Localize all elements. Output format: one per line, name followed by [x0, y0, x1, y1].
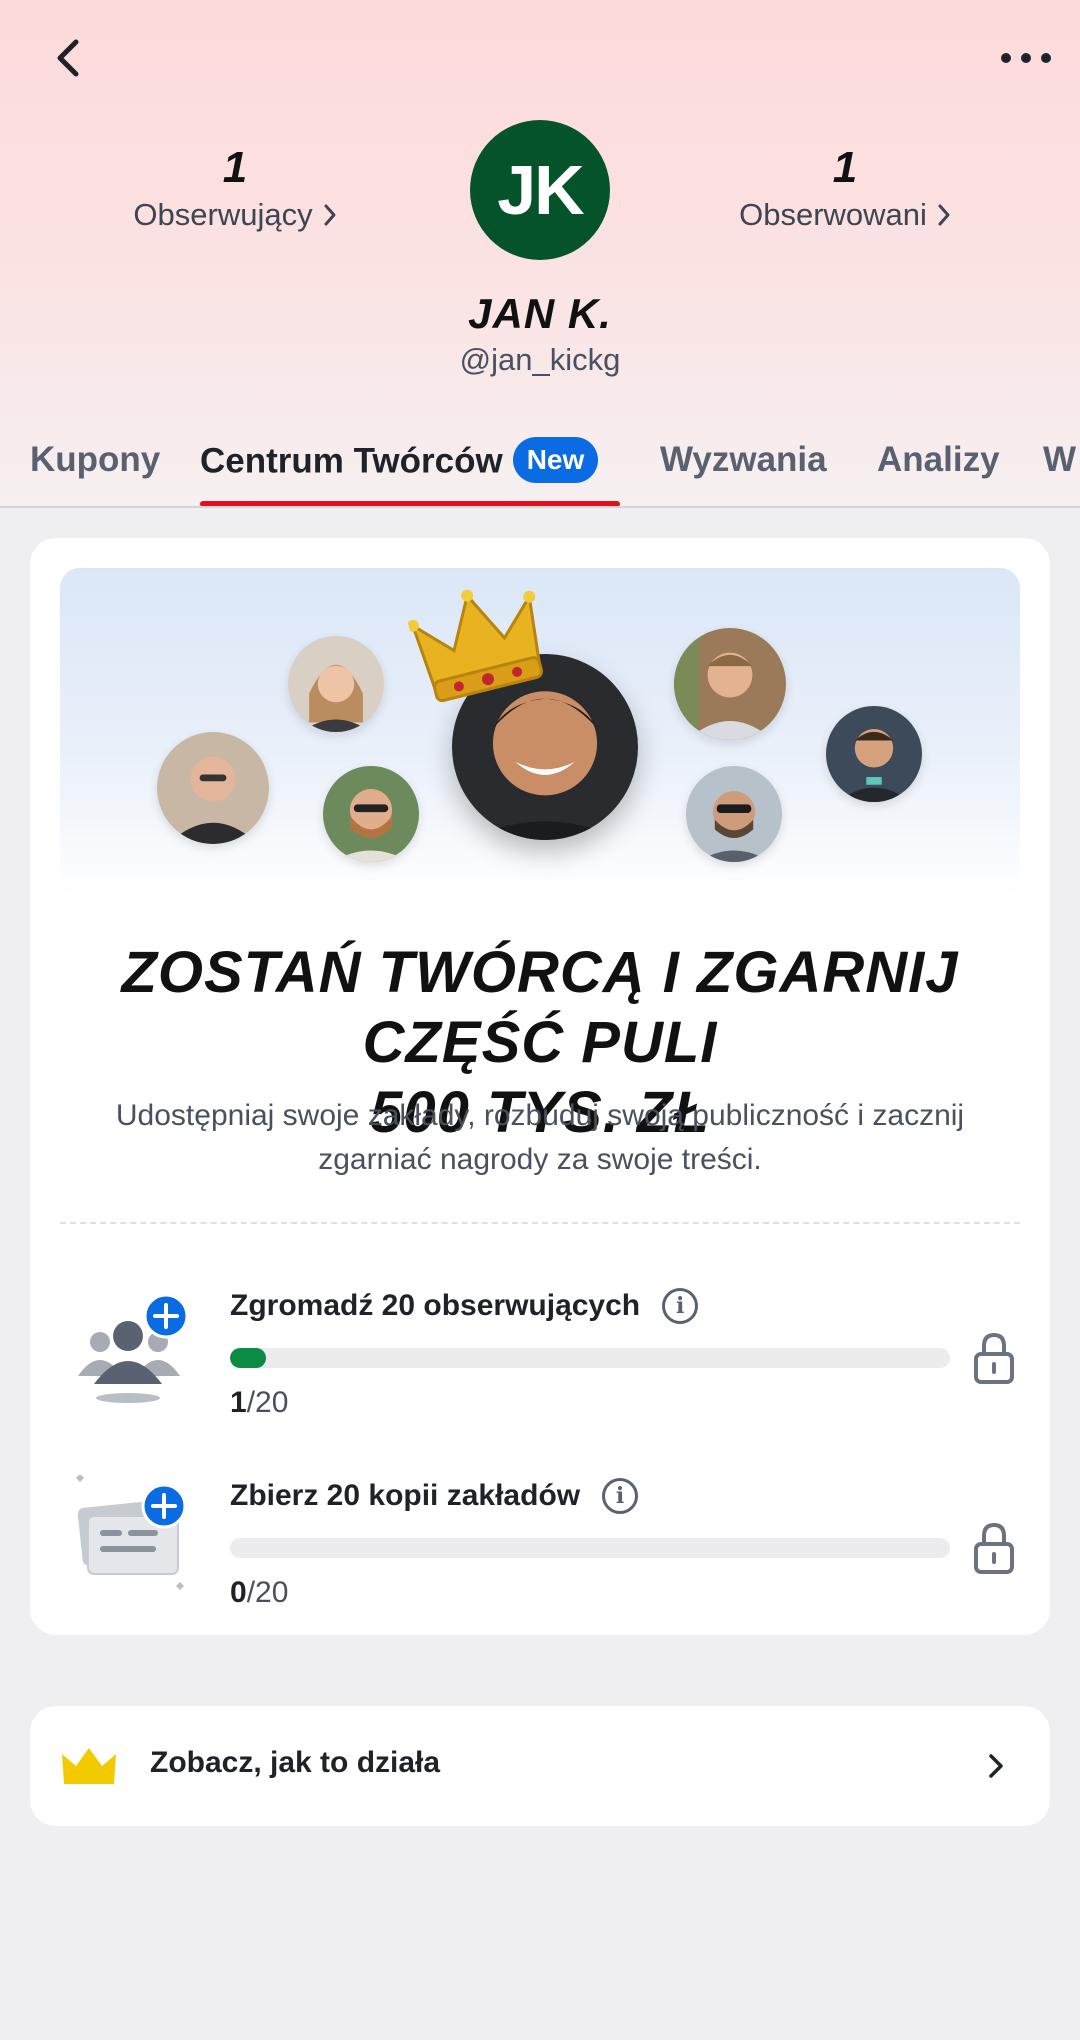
- tab-wyzwania[interactable]: Wyzwania: [660, 440, 827, 480]
- progress-fill: [230, 1348, 266, 1368]
- followers-label: Obserwujący: [133, 197, 313, 232]
- lock-icon: [974, 1522, 1014, 1574]
- progress-count: 0/20: [230, 1576, 289, 1609]
- chevron-right-icon: [324, 204, 336, 226]
- following-stat[interactable]: 1 Obserwowani: [710, 140, 980, 234]
- back-button[interactable]: [44, 34, 92, 82]
- lock-icon: [974, 1332, 1014, 1384]
- active-tab-indicator: [200, 501, 620, 506]
- creator-photo: [826, 706, 922, 802]
- chevron-right-icon: [938, 204, 950, 226]
- dashed-divider: [60, 1222, 1020, 1224]
- progress-count: 1/20: [230, 1386, 289, 1419]
- new-badge: New: [512, 437, 599, 483]
- task-bet-copies: Zbierz 20 kopii zakładów i 0/20: [30, 1468, 1050, 1618]
- info-icon[interactable]: i: [602, 1478, 639, 1514]
- tab-centrum-tworcow[interactable]: Centrum Twórców New: [200, 437, 599, 486]
- more-options-button[interactable]: [994, 34, 1058, 82]
- creator-photo: [157, 732, 269, 844]
- profile-handle: @jan_kickg: [459, 342, 621, 377]
- followers-count: 1: [222, 143, 248, 192]
- progress-bar: [230, 1538, 950, 1558]
- followers-stat[interactable]: 1 Obserwujący: [100, 140, 370, 234]
- more-dots-icon: [1001, 53, 1051, 63]
- creators-banner: [60, 568, 1020, 898]
- creator-center-card: ZOSTAŃ TWÓRCĄ I ZGARNIJ CZĘŚĆ PULI 500 T…: [30, 538, 1050, 1635]
- task-title: Zgromadź 20 obserwujących: [230, 1289, 641, 1322]
- info-icon[interactable]: i: [662, 1288, 699, 1324]
- avatar: JK: [470, 120, 610, 260]
- crown-icon: [62, 1748, 116, 1784]
- chevron-right-icon: [989, 1754, 1003, 1778]
- profile-tabs: Kupony Centrum Twórców New Wyzwania Anali…: [0, 430, 1080, 508]
- progress-bar: [230, 1348, 950, 1368]
- creator-photo: [288, 636, 384, 732]
- creator-photo: [674, 628, 786, 740]
- chevron-left-icon: [57, 39, 79, 77]
- bet-slip-copy-icon: [76, 1474, 187, 1590]
- creator-photo: [323, 766, 419, 862]
- tab-analizy[interactable]: Analizy: [877, 440, 1000, 480]
- following-count: 1: [832, 143, 858, 192]
- how-it-works-label: Zobacz, jak to działa: [150, 1746, 441, 1779]
- tab-kupony[interactable]: Kupony: [30, 440, 160, 480]
- followers-plus-icon: [78, 1293, 189, 1403]
- task-followers: Zgromadź 20 obserwujących i 1/20: [30, 1278, 1050, 1428]
- task-title: Zbierz 20 kopii zakładów: [230, 1479, 581, 1512]
- creator-description: Udostępniaj swoje zakłady, rozbuduj swoj…: [115, 1099, 965, 1176]
- tab-more[interactable]: W: [1043, 440, 1076, 480]
- following-label: Obserwowani: [739, 197, 927, 232]
- creator-photo: [686, 766, 782, 862]
- profile-name: JAN K.: [468, 290, 612, 337]
- how-it-works-button[interactable]: Zobacz, jak to działa: [30, 1706, 1050, 1826]
